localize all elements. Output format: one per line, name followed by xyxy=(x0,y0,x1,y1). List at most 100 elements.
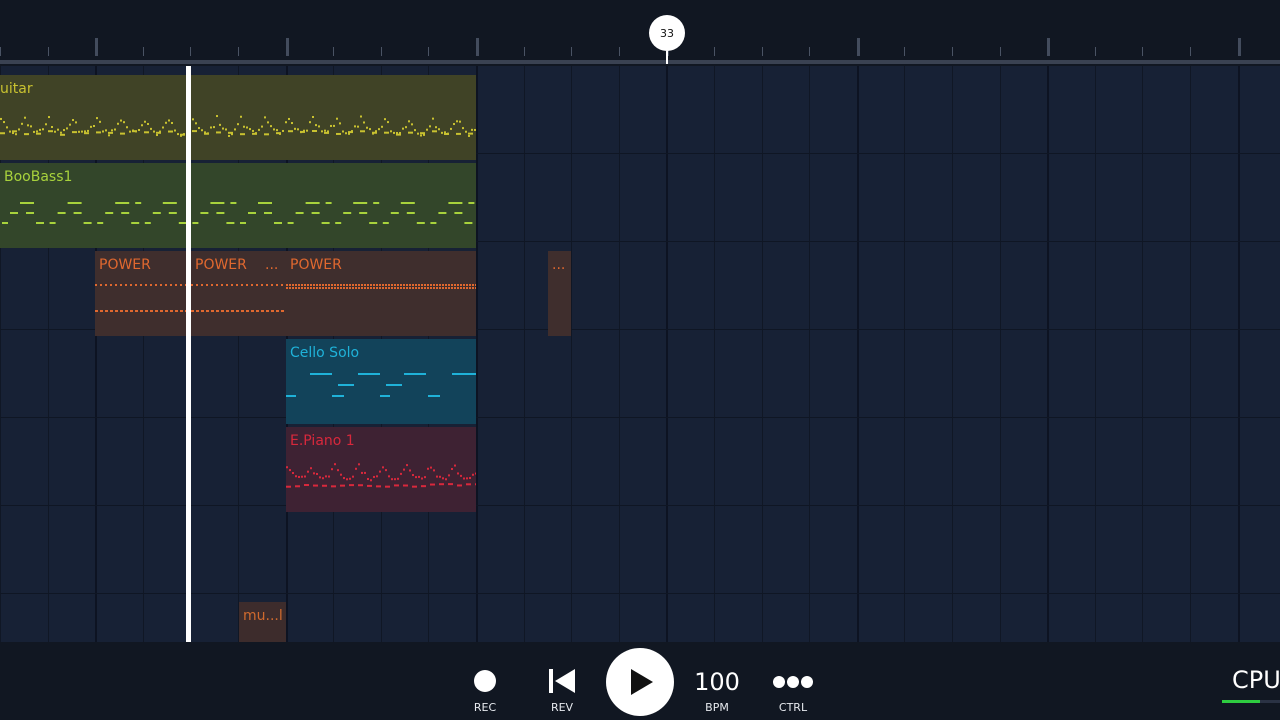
play-button[interactable] xyxy=(606,648,674,716)
midi-note xyxy=(170,310,173,312)
midi-note xyxy=(415,476,417,479)
track-row-bass[interactable]: BooBass1 xyxy=(0,154,1280,248)
midi-note xyxy=(309,121,311,124)
midi-note xyxy=(216,115,218,118)
ruler-tick xyxy=(48,47,49,56)
track-row-cello[interactable]: Cello Solo xyxy=(0,330,1280,424)
clip-label: ... xyxy=(552,257,566,273)
playhead-line[interactable] xyxy=(186,66,191,642)
midi-note xyxy=(375,130,377,133)
midi-note xyxy=(445,284,447,286)
ruler-tick xyxy=(952,47,953,56)
midi-note xyxy=(390,130,392,133)
midi-note xyxy=(460,474,462,477)
midi-note xyxy=(421,485,426,488)
midi-note xyxy=(234,128,236,131)
midi-note xyxy=(466,477,468,480)
clip-power-2[interactable]: POWER xyxy=(191,251,261,336)
midi-note xyxy=(328,284,330,286)
midi-note xyxy=(67,202,82,204)
midi-note xyxy=(10,212,18,214)
cpu-label[interactable]: CPU xyxy=(1232,666,1280,694)
midi-note xyxy=(123,121,125,124)
midi-note xyxy=(126,126,128,129)
midi-note xyxy=(93,124,95,127)
midi-note xyxy=(48,130,53,133)
track-row-empty[interactable] xyxy=(0,506,1280,594)
midi-note xyxy=(361,471,363,474)
midi-note xyxy=(353,202,368,204)
bpm-button[interactable]: 100 BPM xyxy=(692,642,742,720)
midi-note xyxy=(195,122,197,125)
midi-note xyxy=(78,130,80,133)
clip-bass[interactable]: BooBass1 xyxy=(0,163,476,248)
midi-note xyxy=(95,284,97,286)
track-row-guitar[interactable]: uitar xyxy=(0,66,1280,160)
midi-note xyxy=(345,132,347,135)
clip-guitar[interactable]: uitar xyxy=(0,75,476,160)
midi-note xyxy=(366,126,368,129)
midi-note xyxy=(115,310,118,312)
midi-note xyxy=(160,310,163,312)
ctrl-button[interactable]: CTRL xyxy=(770,642,816,720)
midi-note xyxy=(246,310,249,312)
timeline-ruler[interactable]: 33 xyxy=(0,0,1280,66)
track-row-music[interactable]: mu...l xyxy=(0,594,1280,642)
midi-note xyxy=(336,117,338,120)
midi-note xyxy=(140,310,143,312)
midi-note xyxy=(388,475,390,478)
midi-note xyxy=(216,131,221,134)
midi-note xyxy=(306,129,308,132)
midi-note xyxy=(267,121,269,124)
track-row-power[interactable]: POWER POWER ... POWER ... xyxy=(0,242,1280,336)
midi-note xyxy=(400,284,402,286)
midi-note xyxy=(435,126,437,129)
clip-cello-solo[interactable]: Cello Solo xyxy=(286,339,476,424)
midi-note xyxy=(367,477,369,480)
clip-power-3[interactable]: ... xyxy=(261,251,286,336)
clip-power-5[interactable]: ... xyxy=(548,251,571,336)
midi-note xyxy=(334,463,336,466)
midi-note xyxy=(349,284,351,286)
midi-note xyxy=(358,373,380,375)
midi-note xyxy=(472,287,474,289)
midi-note xyxy=(379,287,381,289)
ruler-tick xyxy=(1238,38,1241,56)
midi-note xyxy=(354,125,356,128)
midi-note xyxy=(165,284,167,286)
track-row-epiano[interactable]: E.Piano 1 xyxy=(0,418,1280,512)
clip-power-4[interactable]: POWER xyxy=(286,251,476,336)
midi-note xyxy=(281,310,284,312)
midi-note xyxy=(312,130,317,133)
midi-note xyxy=(289,287,291,289)
midi-note xyxy=(60,131,62,134)
midi-note xyxy=(251,284,253,286)
midi-note xyxy=(336,132,341,135)
clip-power-1[interactable]: POWER xyxy=(95,251,191,336)
midi-note xyxy=(463,284,465,286)
arrangement-grid[interactable]: uitar BooBass1 POWER POWER ... POWER ...… xyxy=(0,66,1280,642)
midi-note xyxy=(210,126,212,129)
midi-note xyxy=(192,118,194,121)
midi-note xyxy=(0,132,5,135)
clip-label: mu...l xyxy=(243,608,283,624)
midi-note xyxy=(211,310,214,312)
midi-note xyxy=(448,284,450,286)
rev-button[interactable]: REV xyxy=(540,642,584,720)
midi-note xyxy=(84,132,89,135)
clip-label: POWER xyxy=(195,257,247,273)
clip-epiano[interactable]: E.Piano 1 xyxy=(286,427,476,512)
playhead-bar-marker[interactable]: 33 xyxy=(649,15,685,51)
midi-note xyxy=(160,284,162,286)
midi-note xyxy=(295,475,297,478)
midi-note xyxy=(304,484,309,487)
midi-note xyxy=(180,284,182,286)
clip-music[interactable]: mu...l xyxy=(239,602,286,642)
rec-button[interactable]: REC xyxy=(462,642,508,720)
midi-note xyxy=(115,284,117,286)
midi-note xyxy=(406,464,408,467)
midi-note xyxy=(427,467,429,470)
midi-note xyxy=(332,395,344,397)
midi-note xyxy=(373,475,375,478)
midi-note xyxy=(102,130,104,133)
